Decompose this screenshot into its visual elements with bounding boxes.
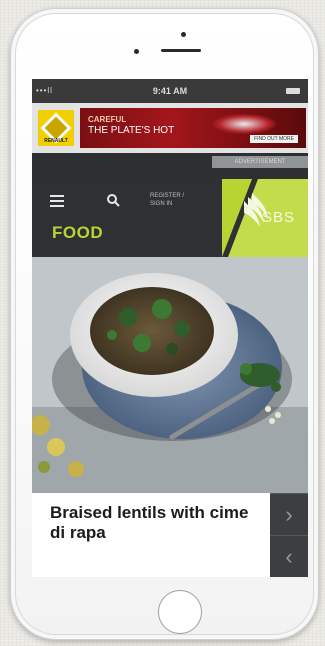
advertisement-label: ADVERTISEMENT bbox=[212, 156, 308, 168]
sign-in-label: SIGN IN bbox=[150, 201, 173, 207]
home-button[interactable] bbox=[158, 590, 202, 634]
ad-brand: RENAULT bbox=[44, 138, 68, 144]
ad-headline-line1: CAREFUL bbox=[88, 115, 127, 124]
register-label: REGISTER / bbox=[150, 193, 185, 199]
site-header: REGISTER / SIGN IN FOOD SBS bbox=[32, 179, 308, 257]
article-title[interactable]: Braised lentils with cime di rapa bbox=[50, 503, 260, 543]
renault-logo: RENAULT bbox=[38, 110, 74, 146]
proximity-sensor bbox=[134, 49, 139, 54]
section-title[interactable]: FOOD bbox=[52, 223, 103, 243]
earpiece-speaker bbox=[161, 49, 201, 52]
sbs-logo-panel[interactable]: SBS bbox=[222, 179, 308, 257]
status-bar: •••ll 9:41 AM bbox=[32, 79, 308, 103]
ad-banner[interactable]: RENAULT CAREFUL THE PLATE'S HOT FIND OUT… bbox=[32, 103, 308, 153]
ad-headline: CAREFUL THE PLATE'S HOT bbox=[88, 114, 174, 136]
phone-screen: •••ll 9:41 AM RENAULT CAREFUL THE PLATE'… bbox=[32, 79, 308, 577]
article-caption[interactable]: Braised lentils with cime di rapa bbox=[32, 493, 270, 577]
ad-creative[interactable]: CAREFUL THE PLATE'S HOT FIND OUT MORE bbox=[80, 108, 306, 148]
front-camera bbox=[181, 32, 186, 37]
hero-food-image[interactable] bbox=[32, 257, 308, 493]
sbs-logo-text: SBS bbox=[262, 209, 296, 226]
battery-icon bbox=[286, 88, 300, 94]
lentil-dish-illustration bbox=[32, 257, 308, 493]
chevron-right-icon: › bbox=[285, 501, 293, 527]
next-slide-button[interactable]: › bbox=[270, 493, 308, 535]
ad-headline-line2: THE PLATE'S HOT bbox=[88, 125, 175, 136]
status-time: 9:41 AM bbox=[152, 86, 188, 96]
ad-cta-button[interactable]: FIND OUT MORE bbox=[250, 135, 298, 143]
register-sign-in-link[interactable]: REGISTER / SIGN IN bbox=[150, 192, 184, 208]
hamburger-icon[interactable] bbox=[50, 195, 64, 207]
chevron-left-icon: ‹ bbox=[285, 543, 293, 569]
previous-slide-button[interactable]: ‹ bbox=[270, 535, 308, 577]
search-icon[interactable] bbox=[106, 193, 120, 207]
car-image bbox=[212, 114, 276, 134]
